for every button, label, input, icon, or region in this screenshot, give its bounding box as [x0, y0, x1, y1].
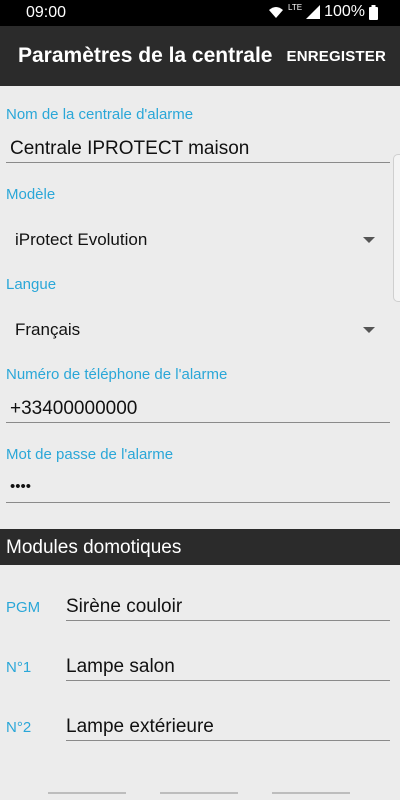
- module-label-pgm: PGM: [6, 599, 41, 616]
- chevron-down-icon: [363, 327, 375, 333]
- nav-hint-left: [48, 792, 126, 794]
- module-value-1: Lampe salon: [66, 656, 175, 677]
- modules-header: Modules domotiques: [0, 529, 400, 565]
- nav-hint-right: [272, 792, 350, 794]
- module-field-2[interactable]: Lampe extérieure: [66, 714, 390, 741]
- navigation-bar: [0, 784, 400, 800]
- scroll-handle[interactable]: [393, 154, 400, 302]
- model-label: Modèle: [6, 186, 56, 203]
- name-value: Centrale IPROTECT maison: [10, 138, 250, 159]
- model-select[interactable]: iProtect Evolution: [15, 230, 385, 254]
- module-field-pgm[interactable]: Sirène couloir: [66, 594, 390, 621]
- nav-hint-center: [160, 792, 238, 794]
- battery-percent: 100%: [324, 3, 365, 20]
- wifi-icon: [269, 7, 283, 18]
- network-type: LTE: [288, 2, 303, 12]
- chevron-down-icon: [363, 237, 375, 243]
- password-field[interactable]: ••••: [6, 476, 390, 503]
- model-value: iProtect Evolution: [15, 230, 148, 249]
- status-time: 09:00: [26, 4, 67, 21]
- phone-label: Numéro de téléphone de l'alarme: [6, 366, 228, 383]
- settings-form[interactable]: Nom de la centrale d'alarme Centrale IPR…: [0, 86, 400, 784]
- save-button[interactable]: ENREGISTER: [286, 48, 386, 65]
- phone-field[interactable]: +33400000000: [6, 396, 390, 423]
- name-label: Nom de la centrale d'alarme: [6, 106, 194, 123]
- page-title: Paramètres de la centrale: [18, 44, 273, 67]
- modules-title: Modules domotiques: [6, 537, 182, 558]
- password-value: ••••: [10, 478, 32, 495]
- module-label-2: N°2: [6, 719, 32, 736]
- status-bar: 09:00 LTE 100%: [0, 0, 400, 26]
- language-value: Français: [15, 320, 81, 339]
- module-value-2: Lampe extérieure: [66, 716, 214, 737]
- module-field-1[interactable]: Lampe salon: [66, 654, 390, 681]
- module-value-pgm: Sirène couloir: [66, 596, 183, 617]
- battery-icon: [369, 4, 378, 20]
- signal-icon: [306, 5, 321, 19]
- app-bar: Paramètres de la centrale ENREGISTER: [0, 26, 400, 86]
- status-icons: LTE 100%: [268, 3, 378, 21]
- phone-value: +33400000000: [10, 398, 138, 419]
- name-field[interactable]: Centrale IPROTECT maison: [6, 136, 390, 163]
- module-label-1: N°1: [6, 659, 32, 676]
- password-label: Mot de passe de l'alarme: [6, 446, 174, 463]
- language-select[interactable]: Français: [15, 320, 385, 344]
- language-label: Langue: [6, 276, 57, 293]
